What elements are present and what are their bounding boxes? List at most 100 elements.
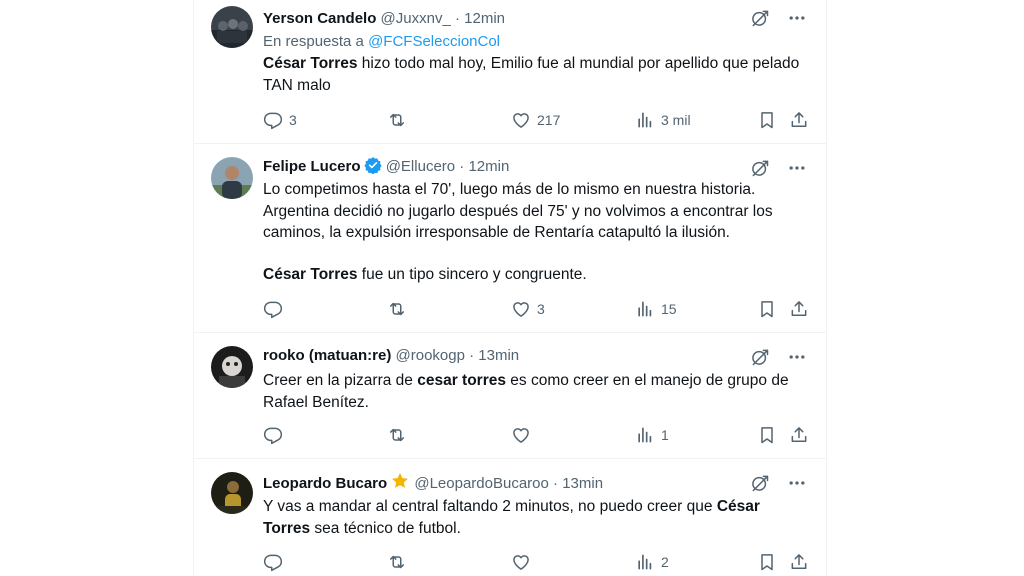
author-name[interactable]: Leopardo Bucaro	[263, 475, 387, 492]
like-icon	[511, 299, 531, 319]
view-count: 2	[661, 554, 669, 570]
reply-prefix: En respuesta a	[263, 33, 364, 50]
tweet-leopardo-bucaro[interactable]: Leopardo Bucaro @LeopardoBucaroo · 13min…	[194, 459, 826, 576]
views-icon	[635, 299, 655, 319]
reply-button[interactable]	[263, 297, 289, 321]
separator-dot: ·	[553, 475, 559, 492]
tweet-rooko[interactable]: rooko (matuan:re) @rookogp · 13min Creer…	[194, 333, 826, 459]
reply-mention-link[interactable]: @FCFSeleccionCol	[368, 33, 500, 50]
timestamp[interactable]: 12min	[464, 10, 505, 27]
bold-name: César Torres	[263, 55, 358, 72]
share-icon	[789, 425, 809, 445]
bookmark-button[interactable]	[757, 550, 777, 574]
tweet-top-icons	[750, 6, 810, 28]
tweet-top-icons	[750, 471, 810, 493]
share-button[interactable]	[789, 108, 809, 132]
reply-icon	[263, 425, 283, 445]
share-button[interactable]	[789, 297, 809, 321]
author-handle[interactable]: @LeopardoBucaroo	[414, 475, 549, 492]
views-button[interactable]: 1	[635, 423, 669, 447]
retweet-button[interactable]	[387, 423, 413, 447]
avatar[interactable]	[211, 346, 253, 388]
retweet-button[interactable]	[387, 108, 413, 132]
share-icon	[789, 552, 809, 572]
grok-icon[interactable]	[750, 347, 770, 367]
tweet-header: Yerson Candelo @Juxxnv_ · 12min	[263, 8, 746, 30]
reply-button[interactable]	[263, 550, 289, 574]
views-button[interactable]: 3 mil	[635, 108, 691, 132]
author-name[interactable]: Felipe Lucero	[263, 158, 361, 175]
share-button[interactable]	[789, 550, 809, 574]
bookmark-button[interactable]	[757, 297, 777, 321]
like-button[interactable]: 3	[511, 297, 545, 321]
retweet-icon	[387, 299, 407, 319]
tweet-yerson-candelo[interactable]: Yerson Candelo @Juxxnv_ · 12min En respu…	[194, 0, 826, 144]
reply-button[interactable]	[263, 423, 289, 447]
author-handle[interactable]: @Juxxnv_	[381, 10, 451, 27]
more-icon[interactable]	[786, 158, 808, 178]
author-name[interactable]: Yerson Candelo	[263, 10, 376, 27]
grok-icon[interactable]	[750, 473, 770, 493]
grok-icon[interactable]	[750, 158, 770, 178]
author-handle[interactable]: @rookogp	[396, 347, 465, 364]
bookmark-button[interactable]	[757, 423, 777, 447]
separator-dot: ·	[469, 347, 475, 364]
timeline-feed: Yerson Candelo @Juxxnv_ · 12min En respu…	[193, 0, 827, 576]
like-icon	[511, 110, 531, 130]
tweet-text: Creer en la pizarra de cesar torres es c…	[263, 370, 808, 413]
tweet-text: Y vas a mandar al central faltando 2 min…	[263, 496, 808, 539]
grok-icon[interactable]	[750, 8, 770, 28]
tweet-top-icons	[750, 156, 810, 178]
paragraph-1: Lo competimos hasta el 70', luego más de…	[263, 181, 773, 241]
separator-dot: ·	[454, 10, 460, 27]
reply-context: En respuesta a @FCFSeleccionCol	[263, 31, 500, 53]
like-button[interactable]: 217	[511, 108, 560, 132]
like-button[interactable]	[511, 423, 537, 447]
like-count: 217	[537, 112, 561, 128]
like-icon	[511, 552, 531, 572]
avatar[interactable]	[211, 157, 253, 199]
timestamp[interactable]: 13min	[478, 347, 519, 364]
more-icon[interactable]	[786, 347, 808, 367]
tweet-text: César Torres hizo todo mal hoy, Emilio f…	[263, 53, 808, 96]
view-count: 15	[661, 301, 677, 317]
avatar[interactable]	[211, 6, 253, 48]
retweet-icon	[387, 110, 407, 130]
like-button[interactable]	[511, 550, 537, 574]
timestamp[interactable]: 13min	[562, 475, 603, 492]
more-icon[interactable]	[786, 8, 808, 28]
bold-name: cesar torres	[417, 372, 506, 389]
reply-icon	[263, 299, 283, 319]
views-button[interactable]: 15	[635, 297, 677, 321]
like-count: 3	[537, 301, 545, 317]
views-icon	[635, 552, 655, 572]
reply-button[interactable]: 3	[263, 108, 297, 132]
tweet-text: Lo competimos hasta el 70', luego más de…	[263, 179, 808, 285]
text-before: Y vas a mandar al central faltando 2 min…	[263, 498, 717, 515]
share-button[interactable]	[789, 423, 809, 447]
view-count: 1	[661, 427, 669, 443]
text-after: sea técnico de futbol.	[310, 519, 461, 537]
separator-dot: ·	[459, 158, 465, 175]
reply-icon	[263, 110, 283, 130]
view-count: 3 mil	[661, 112, 691, 128]
avatar[interactable]	[211, 472, 253, 514]
text-before: Creer en la pizarra de	[263, 372, 418, 389]
timestamp[interactable]: 12min	[468, 158, 509, 175]
star-badge-icon	[392, 473, 409, 488]
bold-name: César Torres	[263, 265, 358, 283]
retweet-button[interactable]	[387, 550, 413, 574]
tweet-felipe-lucero[interactable]: Felipe Lucero @Ellucero · 12min Lo compe…	[194, 144, 826, 333]
verified-badge-icon	[363, 157, 382, 174]
tweet-top-icons	[750, 345, 810, 367]
tweet-actions: 3 15	[263, 297, 808, 321]
author-name[interactable]: rooko (matuan:re)	[263, 347, 391, 364]
retweet-button[interactable]	[387, 297, 413, 321]
bookmark-button[interactable]	[757, 108, 777, 132]
tweet-actions: 2	[263, 550, 808, 574]
views-button[interactable]: 2	[635, 550, 669, 574]
more-icon[interactable]	[786, 473, 808, 493]
author-handle[interactable]: @Ellucero	[386, 158, 455, 175]
bookmark-icon	[757, 552, 777, 572]
tweet-actions: 3 217 3 mil	[263, 108, 808, 132]
